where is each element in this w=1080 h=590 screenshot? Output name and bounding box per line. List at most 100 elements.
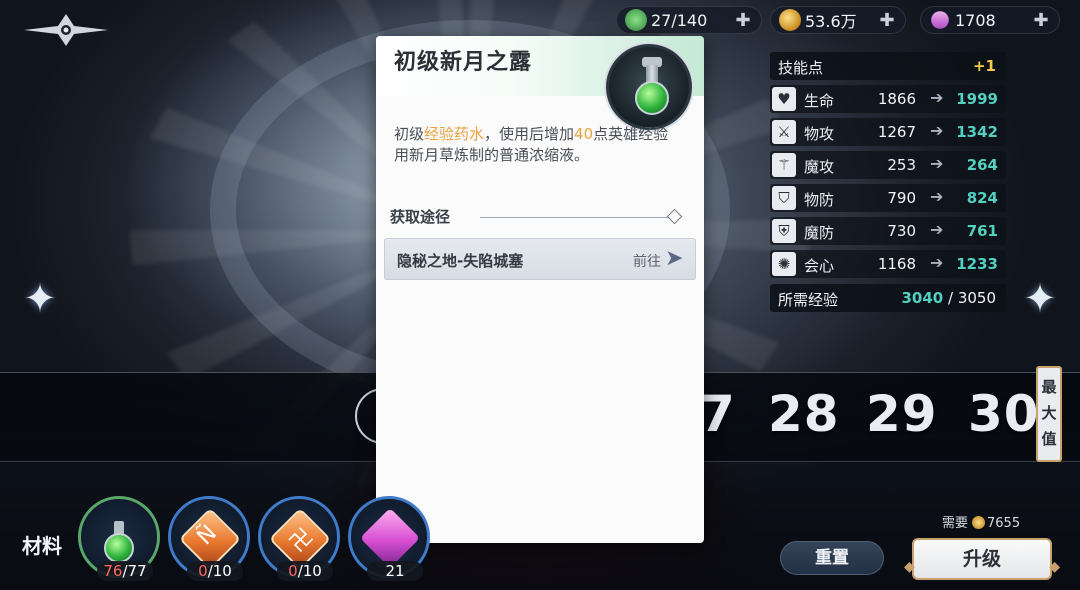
material-count: 76/77 — [97, 561, 153, 581]
go-to-label: 前往 — [633, 254, 661, 270]
stat-name: 会心 — [804, 257, 835, 275]
skill-points-row: 技能点 +1 — [770, 52, 1006, 80]
stat-row-patk: ⚔ 物攻 1267 ➔ 1342 — [770, 118, 1006, 146]
desc-highlight-amount: 40 — [574, 125, 594, 143]
crit-icon: ✺ — [772, 252, 796, 276]
material-slot-exp-potion[interactable]: 76/77 — [78, 496, 160, 581]
stamina-counter: 27/140 ✚ — [616, 6, 762, 34]
material-count: 0/10 — [277, 561, 333, 581]
add-gem-icon[interactable]: ✚ — [1031, 11, 1051, 31]
source-entry-button[interactable]: 隐秘之地-失陷城塞 前往 ➤ — [384, 238, 696, 280]
stat-name: 物防 — [804, 191, 835, 209]
materials-label: 材料 — [22, 534, 62, 558]
heart-icon: ♥ — [772, 87, 796, 111]
stat-name: 魔攻 — [804, 158, 835, 176]
stat-next: 824 — [966, 189, 998, 207]
source-divider — [480, 217, 676, 218]
stat-row-hp: ♥ 生命 1866 ➔ 1999 — [770, 85, 1006, 113]
stat-row-crit: ✺ 会心 1168 ➔ 1233 — [770, 250, 1006, 278]
pink-crystal-icon — [359, 507, 421, 569]
material-have: 76 — [103, 562, 123, 580]
next-hero-arrow-icon[interactable]: ✦ — [1018, 274, 1062, 324]
add-gold-icon[interactable]: ✚ — [877, 11, 897, 31]
gold-value: 53.6万 — [805, 12, 857, 31]
stat-next: 1999 — [956, 90, 998, 108]
skill-points-label: 技能点 — [778, 59, 824, 77]
desc-prefix: 初级 — [394, 125, 425, 143]
material-have: 21 — [385, 562, 405, 580]
stat-next: 264 — [966, 156, 998, 174]
material-count: 0/10 — [187, 561, 243, 581]
stat-next: 1233 — [956, 255, 998, 273]
required-exp-value: 3040 / 3050 — [901, 289, 996, 307]
stat-name: 生命 — [804, 92, 835, 110]
source-location-name: 隐秘之地-失陷城塞 — [397, 252, 524, 270]
stat-current: 253 — [887, 156, 916, 174]
upgrade-button[interactable]: 升级 — [904, 538, 1060, 586]
material-need: /10 — [207, 562, 232, 580]
gem-counter: 1708 ✚ — [920, 6, 1060, 34]
exp-total: / 3050 — [943, 289, 996, 307]
potion-icon — [606, 44, 692, 130]
gold-coin-icon — [779, 9, 801, 31]
stat-current: 1168 — [877, 255, 916, 273]
stamina-value: 27/140 — [651, 10, 708, 30]
stat-name: 魔防 — [804, 224, 835, 242]
material-count: 21 — [367, 561, 423, 581]
material-slot-rune-1[interactable]: Ñ 0/10 — [168, 496, 250, 581]
item-tooltip-popup: 初级新月之露 初级经验药水，使用后增加40点英雄经验 用新月草炼制的普通浓缩液。… — [376, 36, 704, 543]
reset-button[interactable]: 重置 — [780, 541, 884, 575]
stat-current: 790 — [887, 189, 916, 207]
gem-value: 1708 — [955, 10, 996, 30]
material-have: 0 — [198, 562, 208, 580]
staff-icon: ⚚ — [772, 153, 796, 177]
exp-current: 3040 — [901, 289, 944, 307]
stat-current: 1267 — [877, 123, 916, 141]
stat-row-matk: ⚚ 魔攻 253 ➔ 264 — [770, 151, 1006, 179]
level-number[interactable]: 29 — [866, 385, 938, 443]
level-number[interactable]: 30 — [968, 385, 1040, 443]
desc-suffix: 点英雄经验 — [593, 125, 669, 143]
potion-body — [635, 81, 669, 115]
material-have: 0 — [288, 562, 298, 580]
required-exp-row: 所需经验 3040 / 3050 — [770, 284, 1006, 312]
source-heading: 获取途径 — [390, 208, 451, 226]
go-arrow-icon: ➤ — [665, 246, 684, 271]
prev-hero-arrow-icon[interactable]: ✦ — [18, 274, 62, 324]
cost-value: 7655 — [987, 516, 1021, 531]
arrow-right-icon: ➔ — [930, 121, 944, 140]
stamina-icon — [625, 9, 647, 31]
gold-coin-icon — [972, 516, 986, 529]
menu-ornament-icon[interactable] — [18, 10, 114, 50]
potion-body — [104, 533, 134, 563]
max-level-button[interactable]: 最大值 — [1036, 366, 1062, 462]
add-stamina-icon[interactable]: ✚ — [733, 11, 753, 31]
gem-icon — [927, 7, 953, 33]
material-slot-rune-2[interactable]: 卍 0/10 — [258, 496, 340, 581]
level-number[interactable]: 7 — [700, 385, 736, 443]
desc-highlight-exp-potion: 经验药水 — [424, 125, 485, 143]
material-slot-pink-gem[interactable]: 21 — [348, 496, 430, 581]
arrow-right-icon: ➔ — [930, 88, 944, 107]
desc-flavor: 用新月草炼制的普通浓缩液。 — [394, 146, 590, 164]
item-description: 初级经验药水，使用后增加40点英雄经验 用新月草炼制的普通浓缩液。 — [394, 124, 690, 166]
arrow-right-icon: ➔ — [930, 253, 944, 272]
stat-row-pdef: ⛉ 物防 790 ➔ 824 — [770, 184, 1006, 212]
stat-current: 730 — [887, 222, 916, 240]
diamond-icon — [666, 208, 683, 225]
stat-next: 761 — [966, 222, 998, 240]
upgrade-cost: 需要 7655 — [942, 512, 1020, 531]
item-title: 初级新月之露 — [394, 50, 533, 75]
arrow-right-icon: ➔ — [930, 187, 944, 206]
arrow-right-icon: ➔ — [930, 154, 944, 173]
shield-icon: ⛉ — [772, 186, 796, 210]
stat-row-mdef: ⛨ 魔防 730 ➔ 761 — [770, 217, 1006, 245]
magic-shield-icon: ⛨ — [772, 219, 796, 243]
level-number[interactable]: 28 — [768, 385, 840, 443]
material-need: /77 — [122, 562, 147, 580]
arrow-right-icon: ➔ — [930, 220, 944, 239]
potion-icon — [101, 519, 141, 563]
sword-icon: ⚔ — [772, 120, 796, 144]
cost-label: 需要 — [942, 516, 969, 531]
stat-next: 1342 — [956, 123, 998, 141]
